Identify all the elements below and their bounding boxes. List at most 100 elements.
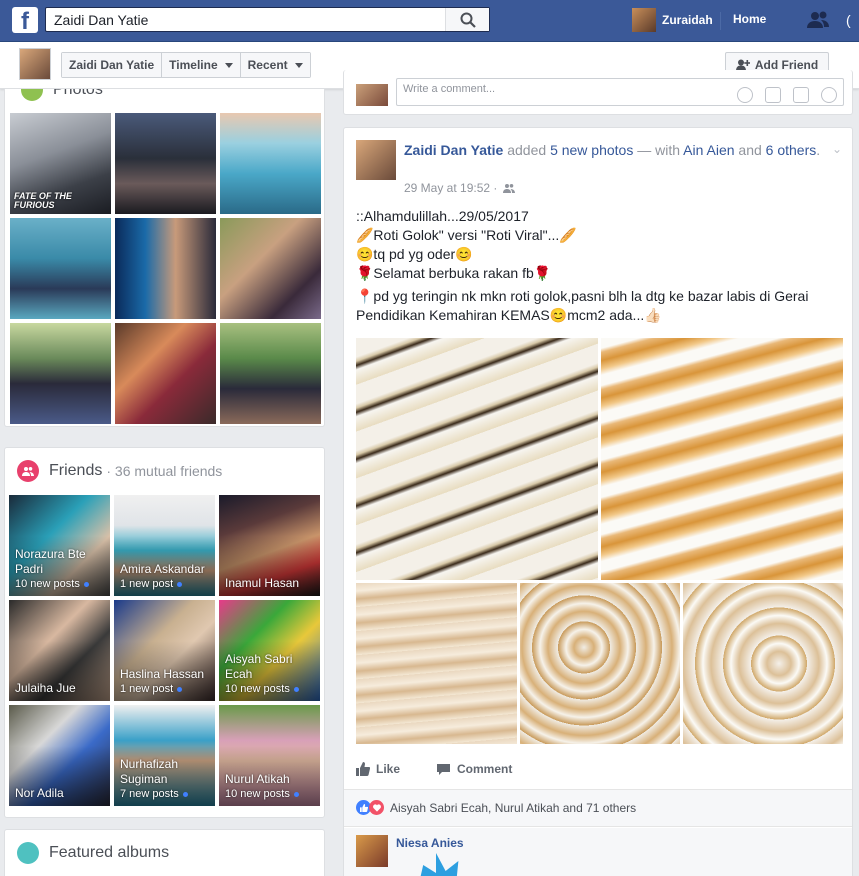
post-line: 📍pd yg teringin nk mkn roti golok,pasni … — [356, 288, 809, 323]
period-text: . — [816, 142, 821, 158]
tab-recent-label: Recent — [247, 58, 288, 72]
photo-thumbnail[interactable] — [10, 323, 111, 424]
friend-text: Nurhafizah Sugiman 7 new posts — [120, 757, 211, 801]
friend-posts-label: 10 new posts — [15, 578, 80, 590]
tab-timeline[interactable]: Timeline — [162, 53, 241, 77]
friends-audience-icon[interactable] — [503, 183, 516, 193]
like-button[interactable]: Like — [356, 762, 400, 776]
photo-grid: FATE OF THE FURIOUS — [10, 113, 322, 424]
commenter-name[interactable]: Niesa Anies — [396, 836, 464, 850]
thumbs-up-icon — [356, 762, 370, 776]
sticker-icon[interactable] — [821, 87, 837, 103]
friend-name: Amira Askandar — [120, 562, 205, 576]
comment-icon — [437, 763, 451, 775]
reactions-summary[interactable]: Aisyah Sabri Ecah, Nurul Atikah and 71 o… — [356, 800, 636, 815]
photo-thumbnail[interactable] — [220, 323, 321, 424]
with-text: — with — [633, 142, 684, 158]
reactions-text: Aisyah Sabri Ecah, Nurul Atikah and 71 o… — [390, 800, 637, 815]
post-photo[interactable] — [520, 583, 680, 744]
camera-icon[interactable] — [765, 87, 781, 103]
search-button[interactable] — [445, 8, 489, 31]
friend-tile[interactable]: Inamul Hasan — [219, 495, 320, 596]
search-input[interactable] — [46, 8, 446, 31]
facebook-logo[interactable]: f — [12, 7, 38, 33]
friend-name: Nor Adila — [15, 786, 64, 800]
friend-requests-icon[interactable] — [806, 10, 830, 30]
new-posts-dot — [177, 581, 183, 587]
friend-tile[interactable]: Nor Adila — [9, 705, 110, 806]
photos-link[interactable]: 5 new photos — [550, 142, 633, 158]
comment-input[interactable]: Write a comment... — [396, 78, 844, 106]
photo-thumbnail[interactable] — [220, 113, 321, 214]
friend-posts-label: 1 new post — [120, 578, 174, 590]
comment-item: Niesa Anies — [344, 828, 852, 876]
gif-icon[interactable] — [793, 87, 809, 103]
post-options-chevron-icon[interactable]: ⌄ — [832, 142, 842, 156]
friend-name: Julaiha Jue — [15, 681, 76, 695]
post-photo[interactable] — [356, 338, 598, 580]
friend-posts-label: 10 new posts — [225, 683, 290, 695]
friend-text: Inamul Hasan — [225, 576, 316, 591]
friend-text: Julaiha Jue — [15, 681, 106, 696]
friend-text: Aisyah Sabri Ecah 10 new posts — [225, 652, 316, 696]
nav-divider — [720, 12, 721, 30]
photo-thumbnail[interactable] — [115, 218, 216, 319]
post-card: Zaidi Dan Yatie added 5 new photos — wit… — [343, 127, 853, 876]
home-link[interactable]: Home — [733, 12, 766, 26]
comment-placeholder: Write a comment... — [403, 83, 496, 95]
friend-tile[interactable]: Amira Askandar 1 new post — [114, 495, 215, 596]
post-photo[interactable] — [601, 338, 843, 580]
friend-tile[interactable]: Haslina Hassan 1 new post — [114, 600, 215, 701]
post-author[interactable]: Zaidi Dan Yatie — [404, 142, 503, 158]
profile-tabs: Zaidi Dan Yatie Timeline Recent — [61, 52, 311, 78]
friends-header: Friends · 36 mutual friends — [17, 460, 222, 482]
featured-albums-header: Featured albums — [17, 842, 169, 864]
post-action-text: added — [503, 142, 551, 158]
friend-tile[interactable]: Norazura Bte Padri 10 new posts — [9, 495, 110, 596]
friend-text: Norazura Bte Padri 10 new posts — [15, 547, 106, 591]
friends-title[interactable]: Friends — [49, 462, 102, 480]
search-box — [45, 7, 490, 32]
profile-link[interactable]: Zuraidah — [632, 7, 713, 33]
photos-card: Photos FATE OF THE FURIOUS — [4, 89, 325, 427]
friend-posts-label: 1 new post — [120, 683, 174, 695]
profile-avatar[interactable] — [19, 48, 51, 80]
friend-tile[interactable]: Nurul Atikah 10 new posts — [219, 705, 320, 806]
avatar — [632, 8, 656, 32]
post-author-avatar[interactable] — [356, 140, 396, 180]
new-posts-dot — [293, 791, 299, 797]
photo-thumbnail[interactable] — [220, 218, 321, 319]
post-body: ::Alhamdulillah...29/05/2017 🥖Roti Golok… — [356, 207, 846, 325]
emoji-icon[interactable] — [737, 87, 753, 103]
friend-tile[interactable]: Julaiha Jue — [9, 600, 110, 701]
friend-tile[interactable]: Aisyah Sabri Ecah 10 new posts — [219, 600, 320, 701]
photos-title[interactable]: Photos — [53, 89, 103, 99]
friend-text: Nurul Atikah 10 new posts — [225, 772, 316, 801]
chevron-down-icon — [294, 62, 303, 68]
friend-posts: 10 new posts — [225, 787, 316, 801]
search-icon — [460, 12, 476, 28]
post-photo[interactable] — [356, 583, 517, 744]
others-link[interactable]: 6 others — [766, 142, 817, 158]
photo-thumbnail[interactable] — [115, 323, 216, 424]
tagged-person[interactable]: Ain Aien — [683, 142, 734, 158]
post-timestamp[interactable]: 29 May at 19:52 · — [404, 181, 497, 195]
chevron-down-icon — [224, 62, 233, 68]
tab-profile-name[interactable]: Zaidi Dan Yatie — [62, 53, 163, 77]
post-photo[interactable] — [683, 583, 843, 744]
avatar[interactable] — [356, 835, 388, 867]
post-line: ::Alhamdulillah...29/05/2017 — [356, 208, 529, 224]
friend-tile[interactable]: Nurhafizah Sugiman 7 new posts — [114, 705, 215, 806]
new-posts-dot — [293, 686, 299, 692]
friend-text: Amira Askandar 1 new post — [120, 562, 211, 591]
photo-thumbnail[interactable] — [10, 218, 111, 319]
comment-button[interactable]: Comment — [436, 762, 512, 776]
mutual-friends-count[interactable]: · 36 mutual friends — [106, 463, 222, 479]
featured-albums-title[interactable]: Featured albums — [49, 844, 169, 862]
photo-thumbnail[interactable]: FATE OF THE FURIOUS — [10, 113, 111, 214]
friend-grid: Norazura Bte Padri 10 new posts Amira Ask… — [9, 495, 322, 806]
photo-thumbnail[interactable] — [115, 113, 216, 214]
tab-recent[interactable]: Recent — [240, 53, 310, 77]
new-posts-dot — [177, 686, 183, 692]
messages-icon[interactable]: ( — [846, 12, 851, 28]
